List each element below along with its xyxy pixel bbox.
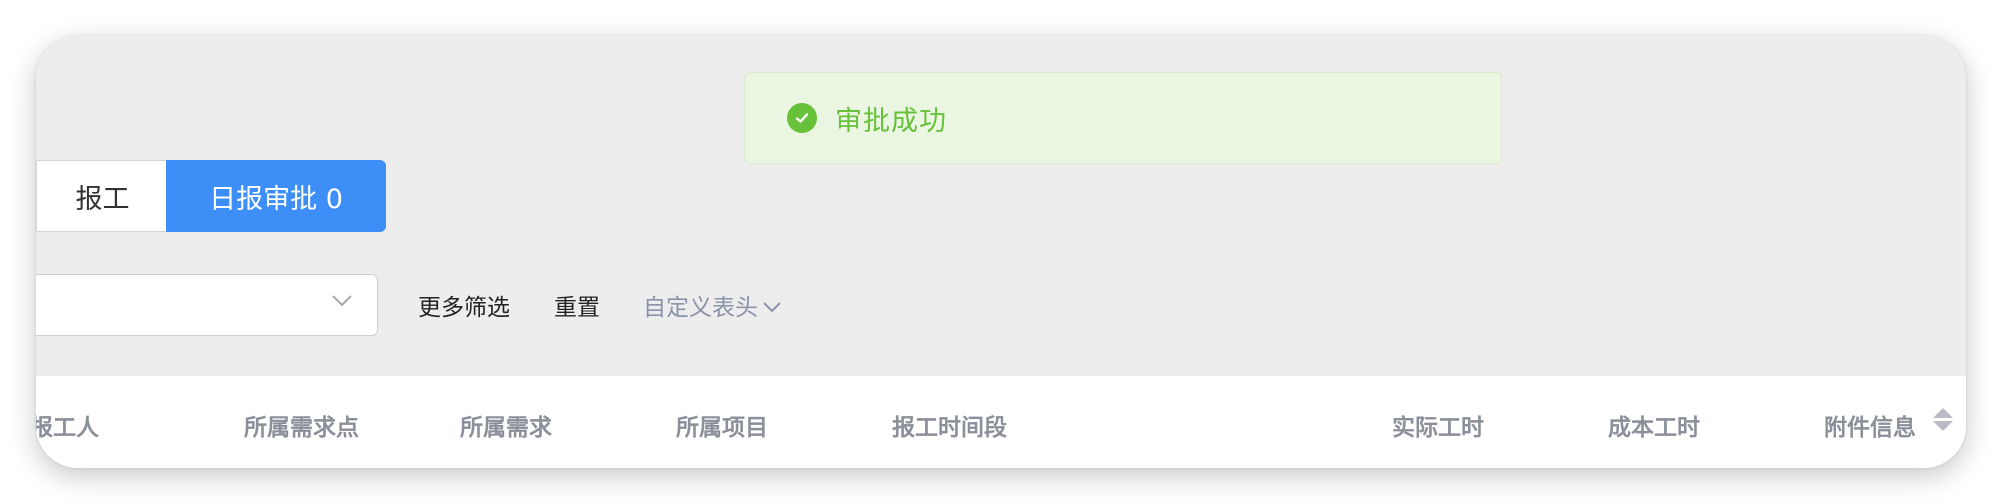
column-header-attachments: 附件信息 [1824,415,1916,441]
check-circle-icon [787,103,817,133]
column-header-cost-hours: 成本工时 [1608,415,1700,441]
success-toast: 审批成功 [744,72,1502,164]
toast-message: 审批成功 [835,105,947,137]
column-header-time-period: 报工时间段 [892,415,1007,441]
tab-daily-approval[interactable]: 日报审批 0 [166,160,386,232]
app-window: 审批成功 报工 日报审批 0 更多筛选 重置 自定义表头 报工人 所属需求点 所… [36,36,1966,468]
more-filter-button[interactable]: 更多筛选 [418,288,510,322]
column-header-actual-hours: 实际工时 [1392,415,1484,441]
column-header-project: 所属项目 [676,415,768,441]
table-header: 报工人 所属需求点 所属需求 所属项目 报工时间段 实际工时 成本工时 附件信息 [36,376,1966,468]
tab-bar: 报工 日报审批 0 [36,160,386,232]
column-header-requirement: 所属需求 [460,415,552,441]
custom-header-label: 自定义表头 [643,295,758,321]
tab-report[interactable]: 报工 [36,160,166,232]
sort-descending-icon[interactable] [1933,421,1953,431]
reset-button[interactable]: 重置 [554,288,600,322]
sort-icon[interactable] [1933,408,1953,431]
column-header-requirement-point: 所属需求点 [244,415,359,441]
chevron-down-icon [762,293,782,319]
custom-header-dropdown[interactable]: 自定义表头 [643,288,782,322]
chevron-down-icon [331,293,353,312]
filter-select[interactable] [36,274,378,336]
column-header-reporter: 报工人 [36,415,99,441]
sort-ascending-icon[interactable] [1933,408,1953,418]
